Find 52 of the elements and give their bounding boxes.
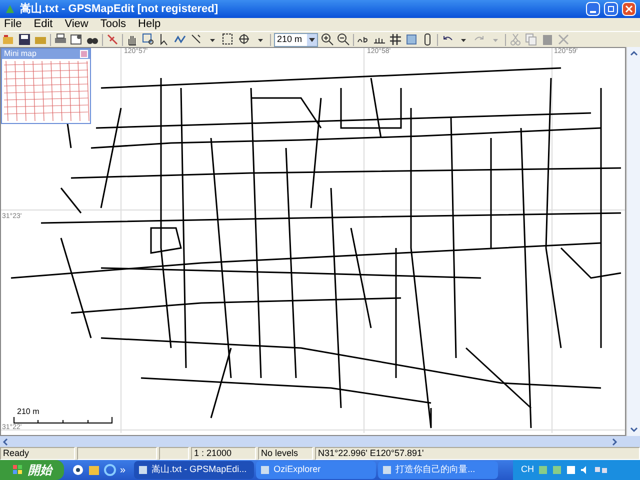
window-title: 嵩山.txt - GPSMapEdit [not registered] [20, 2, 220, 17]
open-icon[interactable] [2, 33, 15, 46]
menu-item[interactable]: View [64, 19, 88, 30]
polyline-icon[interactable] [174, 33, 187, 46]
language-indicator[interactable]: CH [521, 463, 534, 477]
transform-icon[interactable] [238, 33, 251, 46]
scale-label: 210 m [17, 408, 40, 416]
zoom-rect-icon[interactable] [142, 33, 155, 46]
vertical-scrollbar[interactable] [626, 47, 640, 436]
tool-icon[interactable] [106, 33, 119, 46]
zoom-value: 210 m [277, 35, 302, 44]
menu-item[interactable]: Tools [100, 19, 126, 30]
zoom-combobox[interactable]: 210 m [274, 32, 318, 46]
grid-icon[interactable] [389, 33, 402, 46]
app-icon [4, 3, 16, 15]
window-icon [138, 465, 148, 475]
empty-status-field [159, 447, 189, 460]
close-icon [625, 5, 633, 13]
horizontal-scrollbar[interactable] [0, 436, 640, 447]
mini-map-title: Mini map [4, 50, 36, 58]
save-icon[interactable] [18, 33, 31, 46]
start-button[interactable]: 開始 [0, 460, 64, 480]
windows-logo-icon [12, 464, 24, 476]
folder-icon[interactable] [88, 464, 100, 476]
close-button[interactable] [622, 2, 636, 16]
status-field: N31°22.996' E120°57.891' [315, 447, 640, 460]
network-icon[interactable] [594, 465, 608, 475]
magic-wand-icon[interactable] [190, 33, 203, 46]
menu-item[interactable]: Help [138, 19, 161, 30]
zoom-out-icon[interactable] [337, 33, 350, 46]
taskbar-button[interactable]: OziExplorer [256, 461, 376, 479]
desktop-icon[interactable] [72, 464, 84, 476]
dropdown-arrow-icon[interactable] [309, 38, 315, 42]
menu-item[interactable]: File [4, 19, 22, 30]
menu-item[interactable]: Edit [34, 19, 53, 30]
zoom-in-icon[interactable] [321, 33, 334, 46]
minimize-button[interactable] [586, 2, 600, 16]
hand-icon[interactable] [126, 33, 139, 46]
status-field: Ready [0, 447, 75, 460]
browser-icon[interactable] [104, 464, 116, 476]
properties-icon[interactable] [70, 33, 83, 46]
select-icon[interactable] [222, 33, 235, 46]
taskbar-button[interactable]: 打造你自己的向量... [378, 461, 498, 479]
restore-button[interactable] [604, 2, 618, 16]
overflow-chevron[interactable]: » [120, 462, 126, 478]
window-icon [260, 465, 270, 475]
status-field: No levels [258, 447, 313, 460]
print-icon[interactable] [54, 33, 67, 46]
window-icon [382, 465, 392, 475]
mini-map-drawing[interactable] [2, 59, 90, 123]
taskbar-button[interactable]: 嵩山.txt - GPSMapEdi... [134, 461, 254, 479]
status-field: 1 : 21000 [191, 447, 256, 460]
